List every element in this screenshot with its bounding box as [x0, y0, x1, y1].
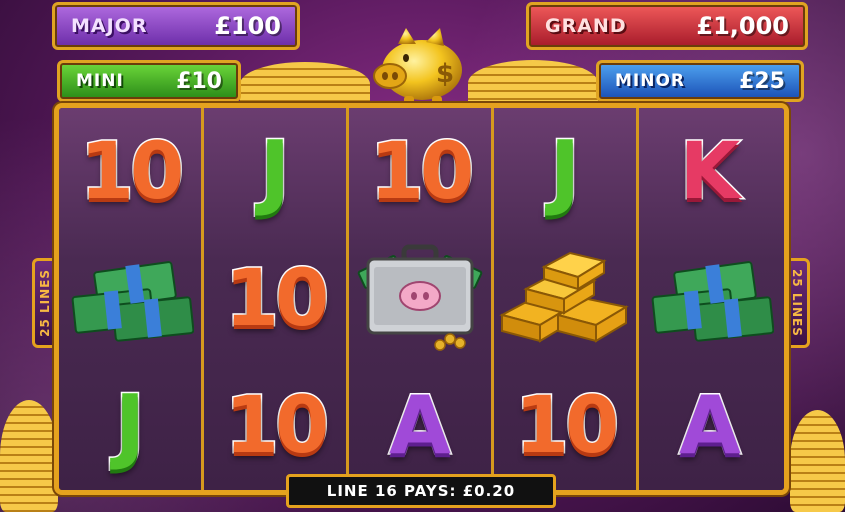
symbol-ten: 10 [368, 125, 476, 218]
reel-2-symbol-3: 10 [204, 362, 346, 489]
reel-1-symbol-2 [59, 235, 201, 362]
symbol-ten: 10 [223, 252, 331, 345]
cash-stack-icon [71, 260, 194, 342]
reel-3-symbol-1: 10 [349, 108, 491, 235]
reel-2-symbol-2: 10 [204, 235, 346, 362]
reel-5-symbol-3: A [639, 362, 781, 489]
win-message-bar: LINE 16 PAYS: £0.20 [286, 474, 556, 508]
reel-5-symbol-1: K [639, 108, 781, 235]
reel-1: 10 J [59, 108, 204, 490]
symbol-j: J [258, 123, 291, 221]
reel-5-symbol-2 [639, 235, 781, 362]
symbol-ten: 10 [78, 125, 186, 218]
jackpot-minor-label: MINOR [615, 71, 686, 91]
briefcase-icon [357, 244, 483, 351]
symbol-ten: 10 [513, 379, 621, 472]
jackpot-grand: GRAND £1,000 [526, 2, 808, 50]
reel-3: 10 A [349, 108, 494, 490]
coin-pile-icon [240, 62, 370, 106]
jackpot-major-label: MAJOR [71, 15, 148, 37]
jackpot-mini-value: £10 [176, 68, 222, 94]
reel-4: J 10 [494, 108, 639, 490]
symbol-j: J [548, 123, 581, 221]
reels: 10 J J 10 10 10 A J 10 K A [59, 108, 784, 490]
jackpot-minor-value: £25 [739, 68, 785, 94]
coin-pile-icon [468, 60, 598, 106]
coin-pile-icon [0, 400, 58, 512]
symbol-ten: 10 [223, 379, 331, 472]
reel-frame: 10 J J 10 10 10 A J 10 K A [54, 103, 789, 495]
symbol-j: J [113, 377, 146, 475]
jackpot-mini: MINI £10 [57, 60, 241, 102]
jackpot-minor: MINOR £25 [596, 60, 804, 102]
symbol-a: A [678, 378, 743, 474]
win-message-text: LINE 16 PAYS: £0.20 [326, 482, 516, 500]
reel-5: K A [639, 108, 784, 490]
jackpot-major: MAJOR £100 [52, 2, 300, 50]
coin-pile-icon [790, 410, 845, 512]
reel-1-symbol-3: J [59, 362, 201, 489]
lines-label-right: 25 LINES [790, 269, 804, 337]
reel-2: J 10 10 [204, 108, 349, 490]
reel-1-symbol-1: 10 [59, 108, 201, 235]
piggy-bank-icon: $ [373, 28, 462, 106]
reel-4-symbol-3: 10 [494, 362, 636, 489]
reel-4-symbol-2 [494, 235, 636, 362]
lines-label-left: 25 LINES [38, 269, 52, 337]
jackpot-mini-label: MINI [76, 71, 124, 91]
reel-3-symbol-2 [349, 235, 491, 362]
reel-2-symbol-1: J [204, 108, 346, 235]
cash-stack-icon [651, 260, 774, 342]
svg-text:$: $ [436, 59, 454, 89]
symbol-k: K [678, 125, 741, 218]
reel-4-symbol-1: J [494, 108, 636, 235]
gold-bars-icon [499, 251, 629, 343]
jackpot-grand-label: GRAND [545, 15, 627, 37]
reel-3-symbol-3: A [349, 362, 491, 489]
jackpot-major-value: £100 [214, 12, 281, 40]
symbol-a: A [388, 378, 453, 474]
jackpot-grand-value: £1,000 [696, 12, 789, 40]
